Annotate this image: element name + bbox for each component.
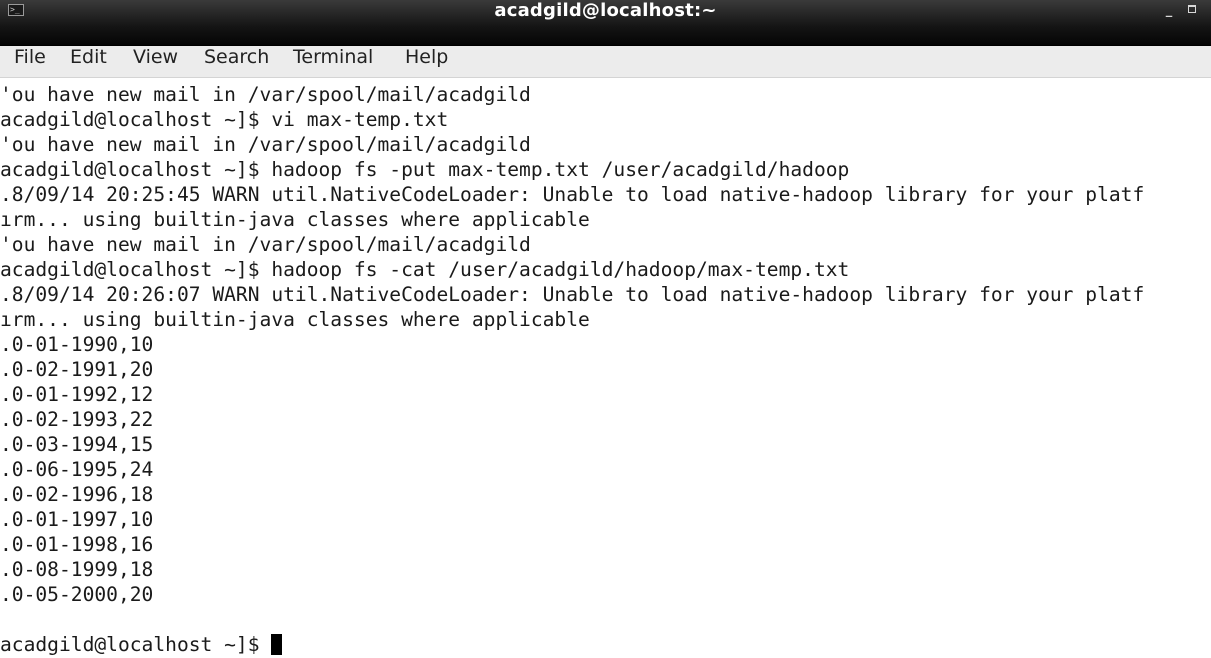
- terminal-line: .0-02-1993,22: [0, 408, 154, 431]
- terminal-line: ırm... using builtin-java classes where …: [0, 208, 590, 231]
- terminal-line: 'ou have new mail in /var/spool/mail/aca…: [0, 133, 531, 156]
- terminal-line: .0-05-2000,20: [0, 583, 154, 606]
- terminal-line: .8/09/14 20:26:07 WARN util.NativeCodeLo…: [0, 283, 1145, 306]
- menu-view[interactable]: View: [133, 46, 178, 76]
- menu-help[interactable]: Help: [405, 46, 448, 76]
- text-cursor: [271, 634, 283, 655]
- command-prompt[interactable]: acadgild@localhost ~]$: [0, 633, 283, 658]
- terminal-line: .0-08-1999,18: [0, 558, 154, 581]
- menu-edit[interactable]: Edit: [70, 46, 107, 76]
- terminal-output[interactable]: 'ou have new mail in /var/spool/mail/aca…: [0, 80, 1211, 658]
- terminal-line: acadgild@localhost ~]$ hadoop fs -put ma…: [0, 158, 850, 181]
- terminal-line: acadgild@localhost ~]$ hadoop fs -cat /u…: [0, 258, 850, 281]
- terminal-line: .0-06-1995,24: [0, 458, 154, 481]
- terminal-line: .0-02-1996,18: [0, 483, 154, 506]
- terminal-line: ırm... using builtin-java classes where …: [0, 308, 590, 331]
- window-title: acadgild@localhost:~: [494, 0, 717, 21]
- terminal-line: 'ou have new mail in /var/spool/mail/aca…: [0, 233, 531, 256]
- prompt-text: acadgild@localhost ~]$: [0, 633, 272, 656]
- menu-search[interactable]: Search: [204, 46, 269, 76]
- terminal-line: .0-01-1992,12: [0, 383, 154, 406]
- terminal-line: .0-01-1997,10: [0, 508, 154, 531]
- terminal-icon[interactable]: >_: [8, 4, 24, 16]
- terminal-line: acadgild@localhost ~]$ vi max-temp.txt: [0, 108, 449, 131]
- maximize-button[interactable]: [1183, 2, 1201, 20]
- maximize-icon: [1188, 5, 1196, 13]
- terminal-line: 'ou have new mail in /var/spool/mail/aca…: [0, 83, 531, 106]
- terminal-line: .0-03-1994,15: [0, 433, 154, 456]
- menu-bar: File Edit View Search Terminal Help: [0, 46, 1211, 78]
- minimize-button[interactable]: _: [1160, 2, 1178, 20]
- terminal-line: .8/09/14 20:25:45 WARN util.NativeCodeLo…: [0, 183, 1145, 206]
- terminal-line: .0-01-1990,10: [0, 333, 154, 356]
- terminal-line: .0-01-1998,16: [0, 533, 154, 556]
- terminal-window: acadgild@localhost:~ >_ _ File Edit View…: [0, 0, 1211, 658]
- menu-file[interactable]: File: [14, 46, 46, 76]
- menu-terminal[interactable]: Terminal: [293, 46, 373, 76]
- terminal-line: .0-02-1991,20: [0, 358, 154, 381]
- title-bar[interactable]: acadgild@localhost:~ >_ _: [0, 0, 1211, 46]
